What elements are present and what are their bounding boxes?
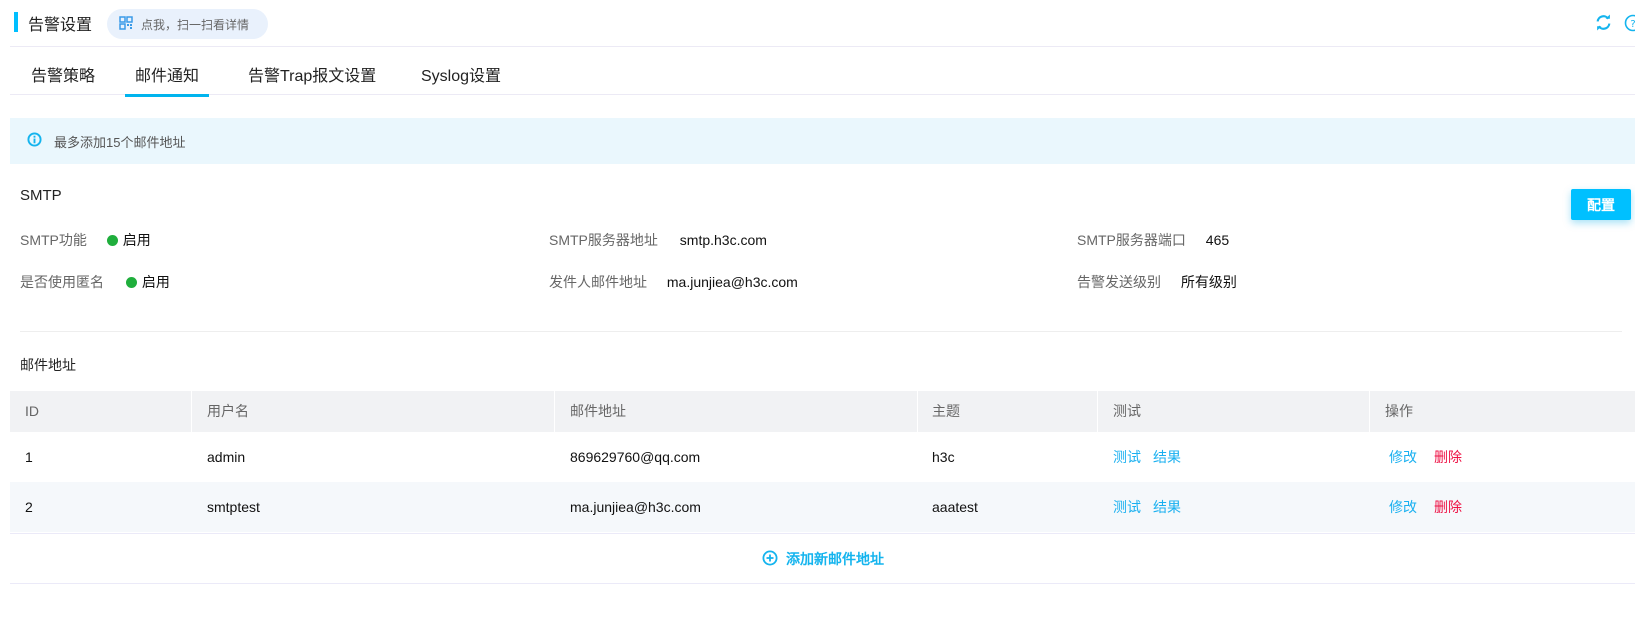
add-email-button[interactable]: 添加新邮件地址 <box>762 549 884 569</box>
smtp-server-field: SMTP服务器地址 smtp.h3c.com <box>549 230 767 250</box>
page-title: 告警设置 <box>28 17 93 34</box>
field-label: SMTP服务器端口 <box>1077 232 1186 248</box>
result-link[interactable]: 结果 <box>1153 482 1181 532</box>
edit-link[interactable]: 修改 <box>1389 482 1417 532</box>
column-header-id: ID <box>25 403 39 419</box>
column-separator <box>1097 391 1098 432</box>
tab-email-notification[interactable]: 邮件通知 <box>124 62 210 97</box>
column-header-actions: 操作 <box>1385 403 1413 419</box>
column-header-email: 邮件地址 <box>570 403 626 419</box>
delete-link[interactable]: 删除 <box>1434 432 1462 482</box>
title-accent-bar <box>14 12 18 32</box>
table-header: ID 用户名 邮件地址 主题 测试 操作 <box>10 391 1635 432</box>
tab-trap-settings[interactable]: 告警Trap报文设置 <box>248 62 376 86</box>
cell-username: smtptest <box>207 499 260 515</box>
info-icon <box>27 132 42 150</box>
column-separator <box>917 391 918 432</box>
plus-circle-icon <box>762 550 778 569</box>
cell-username: admin <box>207 449 246 465</box>
status-dot-icon <box>125 277 137 288</box>
email-section-title: 邮件地址 <box>20 357 76 373</box>
add-email-row: 添加新邮件地址 <box>10 533 1635 584</box>
field-label: 是否使用匿名 <box>20 274 104 290</box>
smtp-section-title: SMTP <box>20 187 62 204</box>
smtp-port-field: SMTP服务器端口 465 <box>1077 230 1229 250</box>
tab-syslog-settings[interactable]: Syslog设置 <box>421 62 501 86</box>
field-label: 告警发送级别 <box>1077 274 1161 290</box>
info-banner-text: 最多添加15个邮件地址 <box>54 134 186 150</box>
delete-link[interactable]: 删除 <box>1434 482 1462 532</box>
cell-subject: aaatest <box>932 499 978 515</box>
config-button[interactable]: 配置 <box>1571 189 1631 220</box>
qr-hint-button[interactable]: 点我，扫一扫看详情 <box>107 9 268 39</box>
qr-code-icon <box>119 15 133 33</box>
column-header-test: 测试 <box>1113 403 1141 419</box>
tab-bar: 告警策略 邮件通知 告警Trap报文设置 Syslog设置 <box>10 48 1635 97</box>
column-separator <box>191 391 192 432</box>
field-label: 发件人邮件地址 <box>549 274 647 290</box>
field-value: 启用 <box>141 274 170 290</box>
cell-email: ma.junjiea@h3c.com <box>570 499 701 515</box>
header-divider <box>10 46 1635 47</box>
svg-text:?: ? <box>1630 19 1635 30</box>
smtp-function-field: SMTP功能 启用 <box>20 230 151 250</box>
qr-hint-text: 点我，扫一扫看详情 <box>141 17 250 32</box>
refresh-icon[interactable] <box>1595 14 1612 34</box>
anonymous-field: 是否使用匿名 启用 <box>20 272 170 292</box>
table-row: 2 smtptest ma.junjiea@h3c.com aaatest 测试… <box>10 482 1635 532</box>
field-value: ma.junjiea@h3c.com <box>666 274 798 290</box>
column-separator <box>1369 391 1370 432</box>
field-value: smtp.h3c.com <box>679 232 767 248</box>
column-header-subject: 主题 <box>932 403 960 419</box>
add-email-label: 添加新邮件地址 <box>786 551 884 567</box>
sender-email-field: 发件人邮件地址 ma.junjiea@h3c.com <box>549 272 798 292</box>
table-row: 1 admin 869629760@qq.com h3c 测试 结果 修改 删除 <box>10 432 1635 482</box>
cell-id: 1 <box>25 449 33 465</box>
field-value: 所有级别 <box>1180 274 1237 290</box>
edit-link[interactable]: 修改 <box>1389 432 1417 482</box>
column-header-username: 用户名 <box>207 403 249 419</box>
cell-id: 2 <box>25 499 33 515</box>
field-value: 465 <box>1205 232 1230 248</box>
field-value: 启用 <box>122 232 151 248</box>
cell-subject: h3c <box>932 449 955 465</box>
cell-email: 869629760@qq.com <box>570 449 701 465</box>
field-label: SMTP服务器地址 <box>549 232 658 248</box>
test-link[interactable]: 测试 <box>1113 482 1141 532</box>
result-link[interactable]: 结果 <box>1153 432 1181 482</box>
help-icon[interactable]: ? <box>1624 14 1635 35</box>
column-separator <box>554 391 555 432</box>
field-label: SMTP功能 <box>20 232 87 248</box>
tab-alarm-policy[interactable]: 告警策略 <box>31 62 95 86</box>
section-divider <box>20 331 1622 332</box>
status-dot-icon <box>106 235 118 246</box>
test-link[interactable]: 测试 <box>1113 432 1141 482</box>
alarm-level-field: 告警发送级别 所有级别 <box>1077 272 1237 292</box>
info-banner: 最多添加15个邮件地址 <box>10 118 1635 164</box>
